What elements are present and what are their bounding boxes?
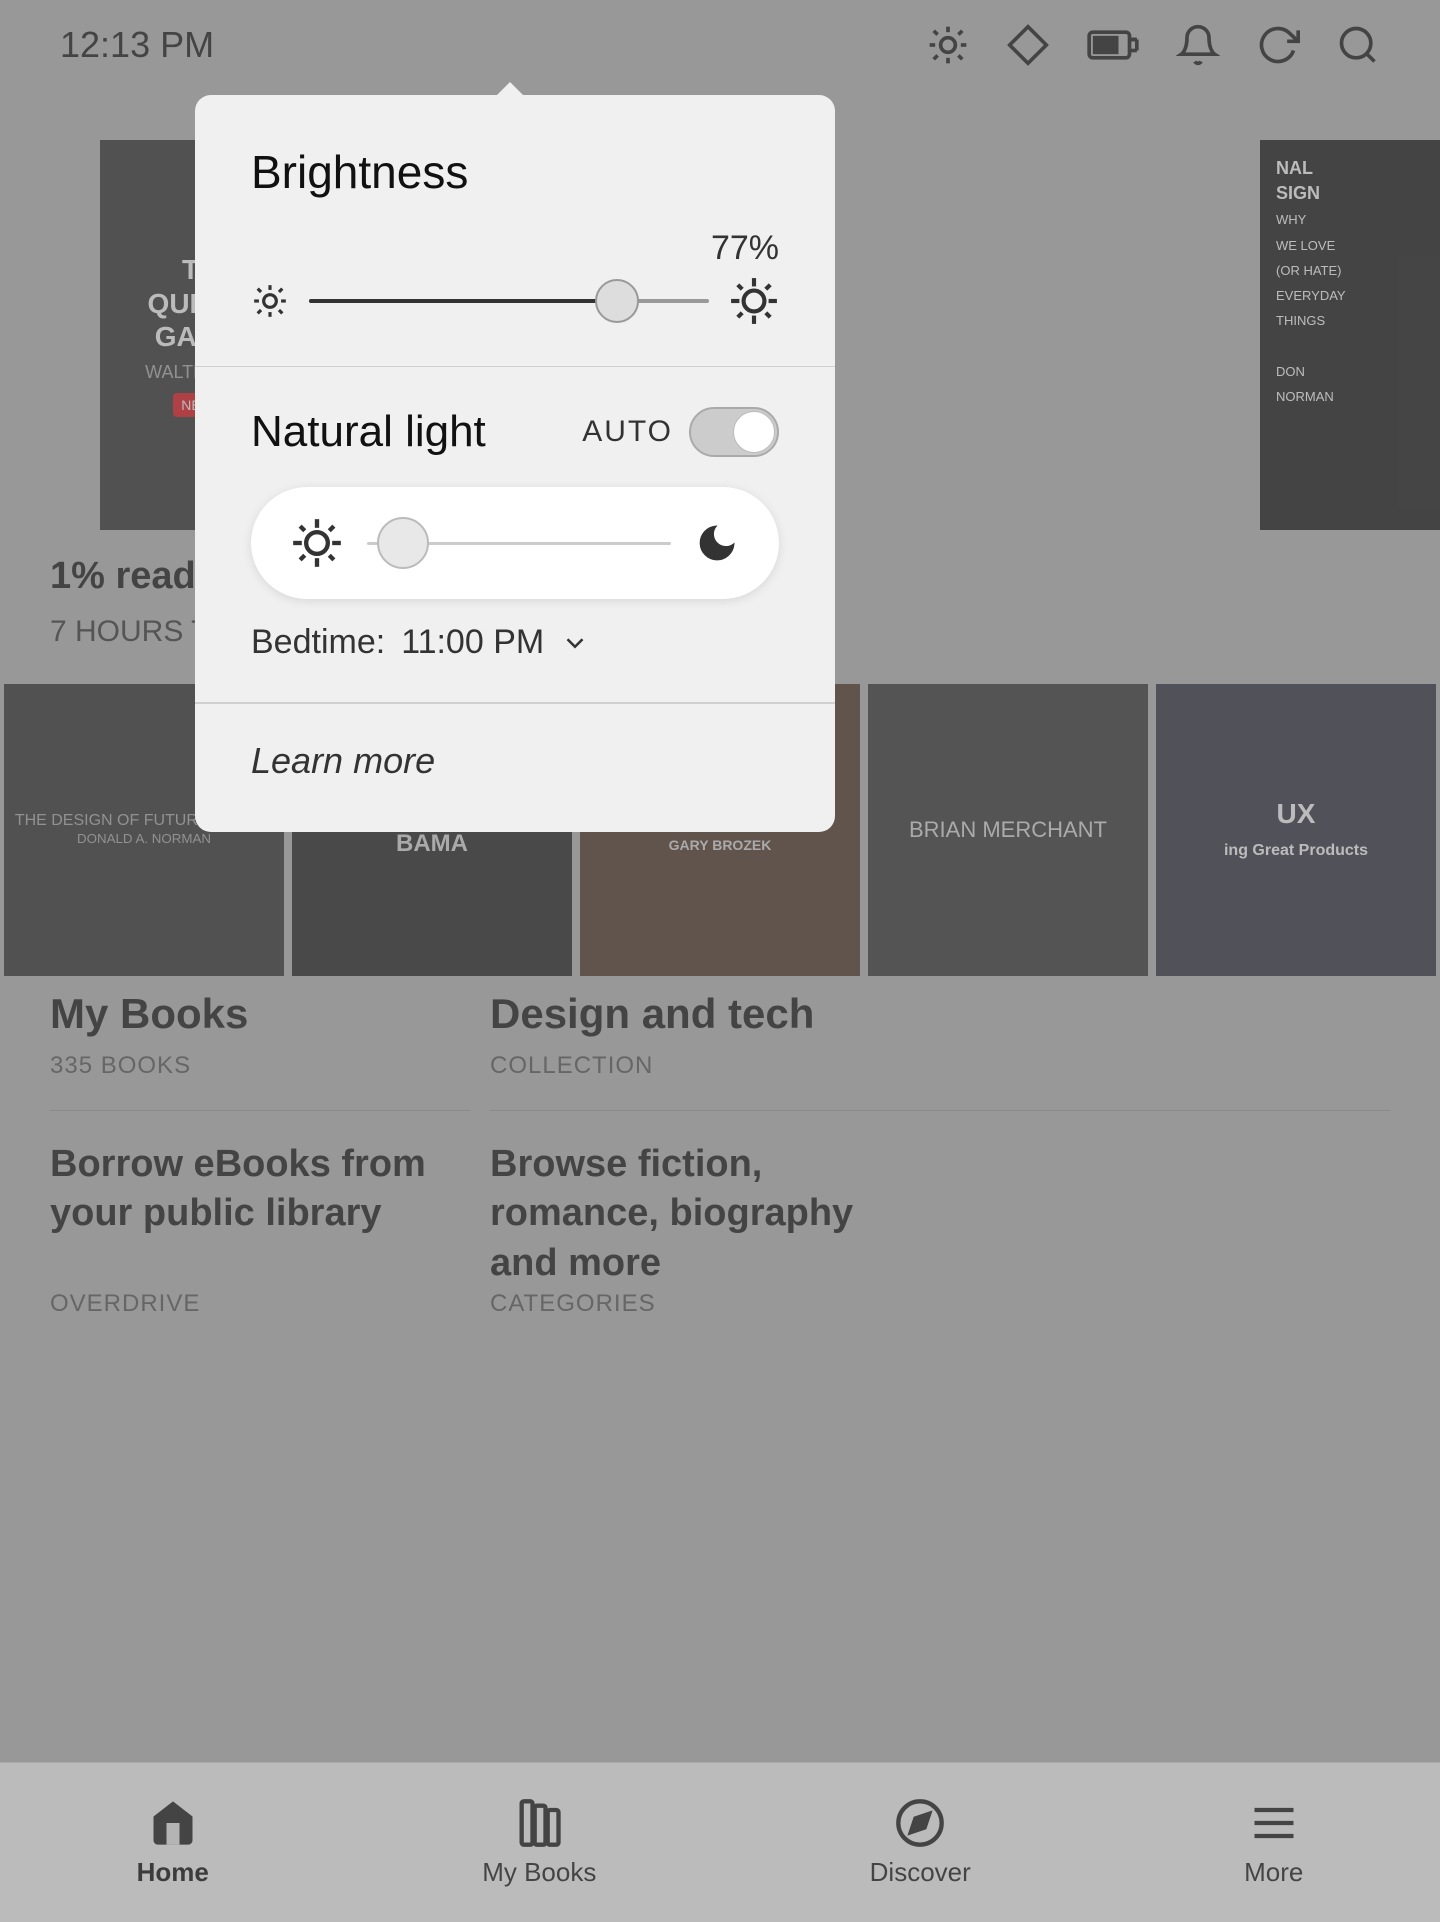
natural-light-row: Natural light AUTO <box>251 407 779 457</box>
toggle-knob <box>733 411 775 453</box>
brightness-slider-thumb[interactable] <box>595 279 639 323</box>
brightness-slider-track[interactable] <box>309 299 709 303</box>
chevron-down-icon[interactable] <box>560 628 590 658</box>
warmth-slider-container <box>251 487 779 599</box>
brightness-panel: Brightness 77% Natural light AUTO <box>195 95 835 832</box>
warmth-sun-icon <box>291 517 343 569</box>
natural-light-toggle[interactable] <box>689 407 779 457</box>
bedtime-time: 11:00 PM <box>401 623 544 662</box>
bedtime-label: Bedtime: <box>251 623 385 662</box>
learn-more-section: Learn more <box>195 703 835 832</box>
auto-toggle-group: AUTO <box>582 407 779 457</box>
brightness-title: Brightness <box>251 145 779 199</box>
natural-light-section: Natural light AUTO <box>195 367 835 703</box>
brightness-slider-fill <box>309 299 617 303</box>
sun-small-icon <box>251 282 289 320</box>
bedtime-row: Bedtime: 11:00 PM <box>251 599 779 662</box>
warmth-slider-track[interactable] <box>367 542 671 545</box>
moon-icon <box>695 521 739 565</box>
brightness-percent: 77% <box>251 229 779 268</box>
learn-more-link[interactable]: Learn more <box>251 740 435 781</box>
brightness-slider-row <box>251 276 779 326</box>
natural-light-label: Natural light <box>251 407 486 457</box>
brightness-section: Brightness 77% <box>195 95 835 367</box>
sun-large-icon <box>729 276 779 326</box>
auto-label: AUTO <box>582 415 673 449</box>
panel-arrow <box>490 82 530 102</box>
warmth-slider-thumb[interactable] <box>377 517 429 569</box>
warmth-section <box>251 457 779 599</box>
